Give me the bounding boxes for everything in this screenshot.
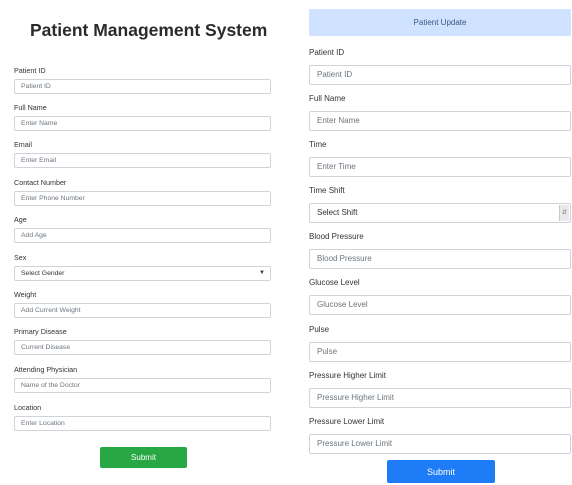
submit-button[interactable]: Submit <box>100 447 187 468</box>
update-time-shift-label: Time Shift <box>309 186 345 195</box>
full-name-input[interactable]: Enter Name <box>14 116 271 131</box>
patient-id-group: Patient ID Patient ID <box>14 66 271 94</box>
primary-disease-label: Primary Disease <box>14 327 67 336</box>
weight-group: Weight Add Current Weight <box>14 290 271 318</box>
update-full-name-input[interactable]: Enter Name <box>309 111 571 131</box>
update-blood-pressure-group: Blood Pressure Blood Pressure <box>309 231 571 269</box>
update-time-group: Time Enter Time <box>309 139 571 177</box>
spinner-icon[interactable]: ⇵ <box>559 205 569 221</box>
sex-select-value: Select Gender <box>21 270 65 277</box>
email-input[interactable]: Enter Email <box>14 153 271 168</box>
patient-id-input[interactable]: Patient ID <box>14 79 271 94</box>
update-blood-pressure-label: Blood Pressure <box>309 232 364 241</box>
update-pressure-higher-group: Pressure Higher Limit Pressure Higher Li… <box>309 370 571 408</box>
update-time-label: Time <box>309 140 327 149</box>
update-pressure-lower-group: Pressure Lower Limit Pressure Lower Limi… <box>309 416 571 454</box>
update-pressure-higher-label: Pressure Higher Limit <box>309 371 386 380</box>
full-name-group: Full Name Enter Name <box>14 103 271 131</box>
patient-id-label: Patient ID <box>14 66 46 75</box>
caret-down-icon: ▼ <box>259 270 265 276</box>
location-group: Location Enter Location <box>14 403 271 431</box>
patient-management-page: Patient Management System Patient ID Pat… <box>0 0 572 483</box>
location-label: Location <box>14 403 42 412</box>
contact-number-input[interactable]: Enter Phone Number <box>14 191 271 206</box>
update-time-shift-group: Time Shift Select Shift ⇵ <box>309 185 571 223</box>
update-patient-id-input[interactable]: Patient ID <box>309 65 571 85</box>
update-glucose-level-group: Glucose Level Glucose Level <box>309 277 571 315</box>
location-input[interactable]: Enter Location <box>14 416 271 431</box>
update-pulse-group: Pulse Pulse <box>309 324 571 362</box>
weight-input[interactable]: Add Current Weight <box>14 303 271 318</box>
contact-number-label: Contact Number <box>14 178 67 187</box>
time-shift-select[interactable]: Select Shift ⇵ <box>309 203 571 223</box>
primary-disease-input[interactable]: Current Disease <box>14 340 271 355</box>
attending-physician-label: Attending Physician <box>14 365 78 374</box>
attending-physician-input[interactable]: Name of the Doctor <box>14 378 271 393</box>
update-patient-id-label: Patient ID <box>309 48 345 57</box>
update-full-name-label: Full Name <box>309 94 346 103</box>
update-submit-button[interactable]: Submit <box>387 460 495 483</box>
sex-group: Sex Select Gender ▼ <box>14 253 271 281</box>
update-pressure-higher-input[interactable]: Pressure Higher Limit <box>309 388 571 408</box>
contact-number-group: Contact Number Enter Phone Number <box>14 178 271 206</box>
patient-update-header: Patient Update <box>309 9 571 36</box>
time-shift-select-value: Select Shift <box>317 208 358 217</box>
age-group: Age Add Age <box>14 215 271 243</box>
full-name-label: Full Name <box>14 103 47 112</box>
update-patient-id-group: Patient ID Patient ID <box>309 47 571 85</box>
update-blood-pressure-input[interactable]: Blood Pressure <box>309 249 571 269</box>
attending-physician-group: Attending Physician Name of the Doctor <box>14 365 271 393</box>
sex-select[interactable]: Select Gender ▼ <box>14 266 271 281</box>
sex-label: Sex <box>14 253 27 262</box>
email-group: Email Enter Email <box>14 140 271 168</box>
weight-label: Weight <box>14 290 37 299</box>
age-input[interactable]: Add Age <box>14 228 271 243</box>
primary-disease-group: Primary Disease Current Disease <box>14 327 271 355</box>
update-time-input[interactable]: Enter Time <box>309 157 571 177</box>
update-pulse-label: Pulse <box>309 325 330 334</box>
update-pulse-input[interactable]: Pulse <box>309 342 571 362</box>
page-title: Patient Management System <box>30 20 268 40</box>
update-full-name-group: Full Name Enter Name <box>309 93 571 131</box>
update-pressure-lower-input[interactable]: Pressure Lower Limit <box>309 434 571 454</box>
email-label: Email <box>14 140 32 149</box>
update-pressure-lower-label: Pressure Lower Limit <box>309 417 385 426</box>
update-glucose-level-label: Glucose Level <box>309 278 360 287</box>
update-glucose-level-input[interactable]: Glucose Level <box>309 295 571 315</box>
age-label: Age <box>14 215 27 224</box>
